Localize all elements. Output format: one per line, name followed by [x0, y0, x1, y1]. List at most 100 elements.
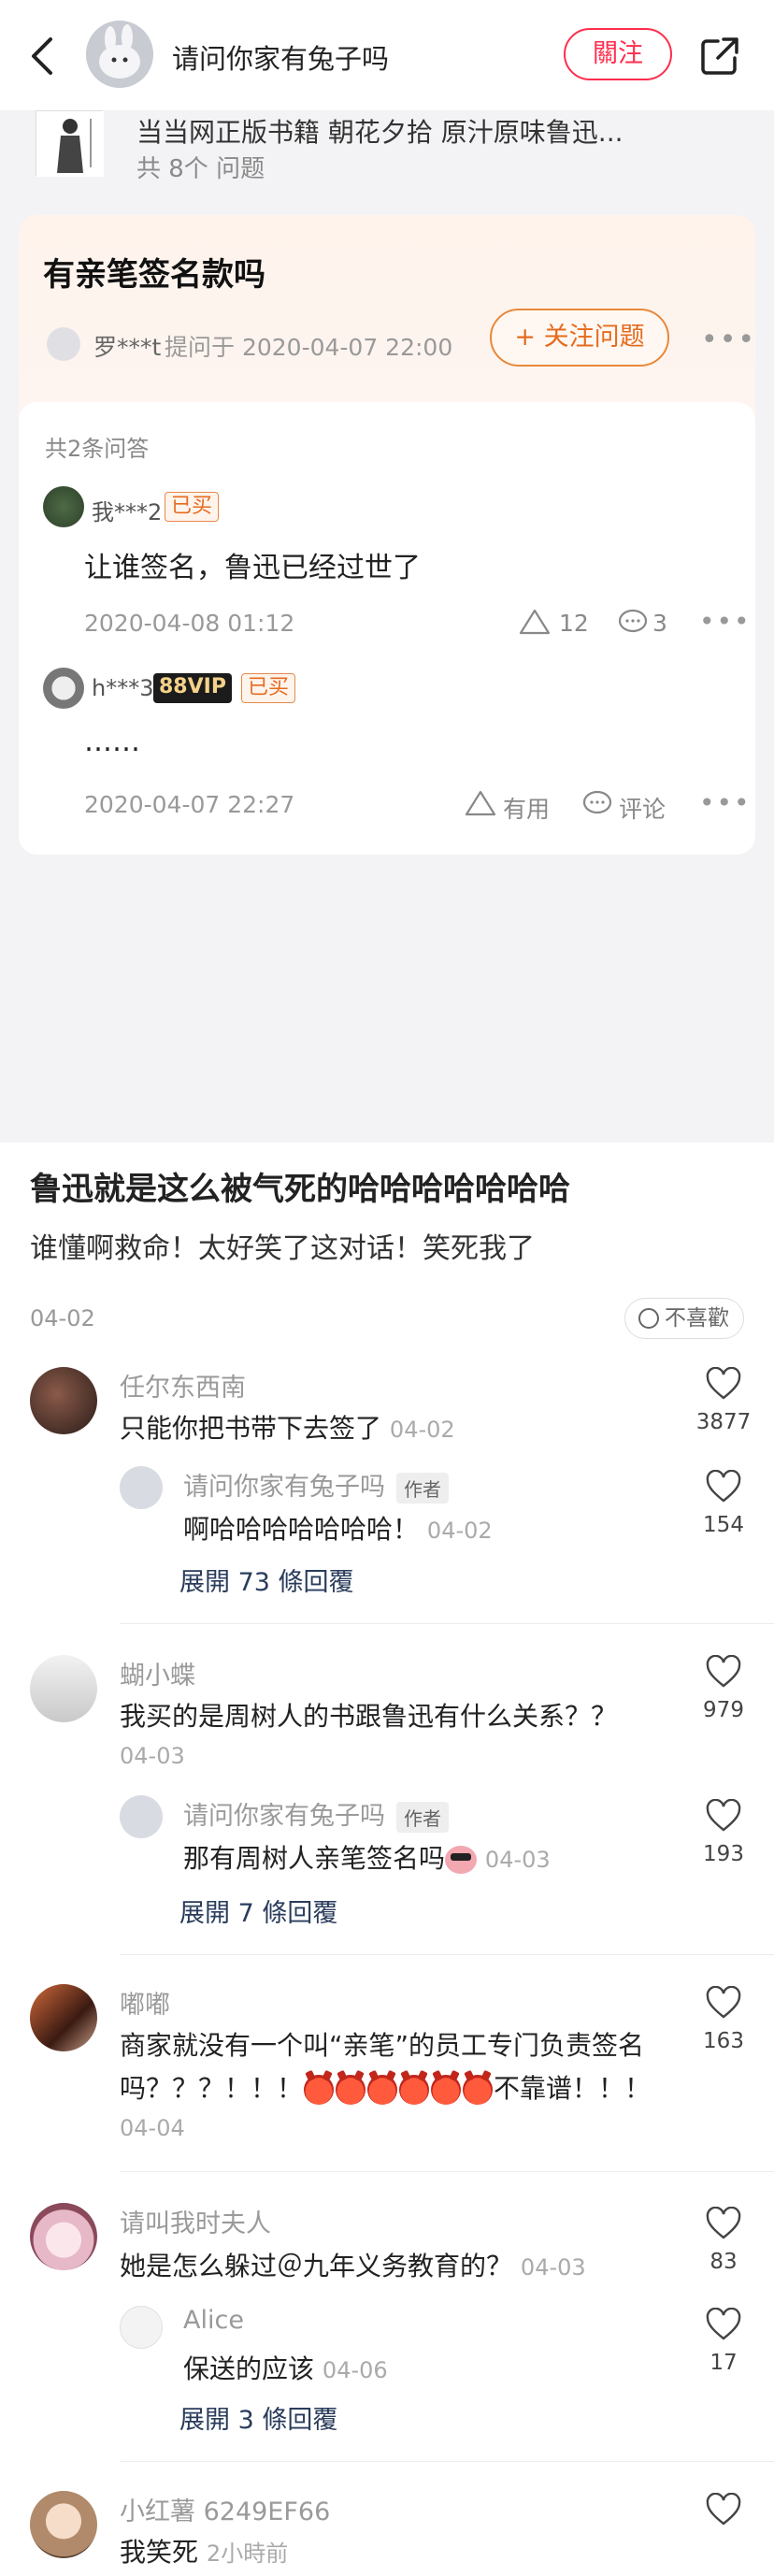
- reply-user[interactable]: 请问你家有兔子吗 作者: [183, 1466, 449, 1504]
- post-image[interactable]: 当当网正版书籍 朝花夕拾 原汁原味鲁迅... 共 8个 问题 有亲笔签名款吗 罗…: [0, 110, 774, 1143]
- comment-icon: [582, 790, 612, 814]
- heart-icon[interactable]: [705, 1655, 742, 1689]
- expand-replies-button[interactable]: 展開 73 條回覆: [179, 1561, 354, 1598]
- comment-time: 04-04: [120, 2115, 185, 2141]
- follow-question-button: + 关注问题: [490, 309, 669, 367]
- comment-time: 2小時前: [206, 2540, 289, 2567]
- answer-text: ……: [84, 726, 140, 758]
- reply-user-name: 请问你家有兔子吗: [183, 1473, 385, 1502]
- book-title: 当当网正版书籍 朝花夕拾 原汁原味鲁迅...: [136, 117, 624, 148]
- reply-text[interactable]: 啊哈哈哈哈哈哈哈！ 04-02: [183, 1509, 493, 1547]
- heart-icon[interactable]: [705, 2493, 742, 2526]
- follow-button[interactable]: 關注: [564, 28, 672, 80]
- more-icon: •••: [701, 324, 757, 356]
- like-count: 979: [703, 1698, 744, 1722]
- comment-text[interactable]: 我买的是周树人的书跟鲁迅有什么关系？？: [120, 1696, 617, 1734]
- answer-date: 2020-04-07 22:27: [84, 791, 295, 818]
- comment-avatar[interactable]: [30, 2203, 97, 2270]
- heart-icon[interactable]: [705, 1799, 742, 1833]
- useful-count: 12: [559, 610, 589, 637]
- cool-pig-emoji-icon: [445, 1846, 478, 1874]
- heart-icon[interactable]: [705, 2207, 742, 2240]
- dislike-button[interactable]: 不喜歡: [624, 1298, 744, 1339]
- comment-user[interactable]: 小红薯 6249EF66: [120, 2491, 330, 2527]
- comment-avatar[interactable]: [30, 2491, 97, 2558]
- comment-text-part: 不靠谱！！！: [494, 2073, 652, 2104]
- comment-time: 04-02: [389, 1417, 455, 1443]
- comment-icon: [618, 609, 648, 633]
- asker-avatar: [47, 327, 80, 361]
- angry-devil-emoji-icon: [336, 2075, 366, 2105]
- comment-text[interactable]: 她是怎么躲过＠九年义务教育的？ 04-03: [120, 2246, 586, 2283]
- divider: [120, 2461, 774, 2462]
- answer-date: 2020-04-08 01:12: [84, 610, 295, 637]
- comment-text-line1[interactable]: 商家就没有一个叫“亲笔”的员工专门负责签名: [120, 2025, 644, 2063]
- bought-badge: 已买: [241, 673, 296, 703]
- comment-label: 评论: [619, 796, 666, 823]
- answer-text: 让谁签名，鲁迅已经过世了: [84, 552, 421, 584]
- heart-icon[interactable]: [705, 1470, 742, 1504]
- share-icon[interactable]: [699, 36, 740, 77]
- sad-face-icon: [638, 1308, 659, 1329]
- comment-text-part: 吗？？？！！！: [120, 2073, 304, 2104]
- like-count: 3877: [695, 1410, 752, 1434]
- comment-user[interactable]: 嘟嘟: [120, 1984, 170, 2021]
- book-thumbnail: [36, 110, 104, 177]
- comment-user[interactable]: 任尔东西南: [120, 1367, 246, 1403]
- author-avatar[interactable]: [86, 21, 153, 88]
- comment-avatar[interactable]: [30, 1655, 97, 1722]
- reply-text-body: 那有周树人亲笔签名吗: [183, 1843, 446, 1874]
- reply-avatar[interactable]: [120, 1466, 163, 1509]
- author-badge: 作者: [396, 1473, 449, 1504]
- divider: [120, 2171, 774, 2172]
- comment-avatar[interactable]: [30, 1984, 97, 2051]
- answer-avatar: [43, 486, 84, 527]
- reply-user[interactable]: Alice: [183, 2306, 244, 2335]
- comment-text[interactable]: 只能你把书带下去签了 04-02: [120, 1408, 455, 1446]
- dislike-label: 不喜歡: [665, 1306, 729, 1331]
- reply-text[interactable]: 保送的应该 04-06: [183, 2349, 388, 2386]
- author-name[interactable]: 请问你家有兔子吗: [172, 37, 389, 77]
- expand-replies-button[interactable]: 展開 3 條回覆: [179, 2399, 337, 2436]
- like-count: 17: [710, 2351, 738, 2375]
- comment-time: 04-03: [120, 1743, 185, 1769]
- heart-icon[interactable]: [705, 2308, 742, 2341]
- top-bar: 请问你家有兔子吗 關注: [0, 0, 774, 110]
- reply-text[interactable]: 那有周树人亲笔签名吗 04-03: [183, 1838, 551, 1876]
- angry-devil-emoji-icon: [463, 2075, 494, 2105]
- comment-time: 04-03: [520, 2254, 586, 2281]
- comment-text[interactable]: 我笑死 2小時前: [120, 2532, 288, 2569]
- reply-avatar[interactable]: [120, 2306, 163, 2349]
- reply-user[interactable]: 请问你家有兔子吗 作者: [183, 1795, 449, 1833]
- back-arrow-icon[interactable]: [26, 34, 64, 79]
- comment-avatar[interactable]: [30, 1367, 97, 1434]
- product-row: 当当网正版书籍 朝花夕拾 原汁原味鲁迅... 共 8个 问题: [0, 110, 774, 200]
- reply-text-body: 保送的应该: [183, 2353, 315, 2384]
- answers-count: 共2条问答: [45, 436, 150, 462]
- bought-badge: 已买: [165, 492, 220, 522]
- question-count: 共 8个 问题: [136, 155, 265, 183]
- more-icon: •••: [699, 787, 752, 818]
- post-body: 谁懂啊救命！太好笑了这对话！笑死我了: [30, 1232, 535, 1265]
- like-count: 154: [703, 1513, 744, 1537]
- answer-user: 我***2: [92, 499, 163, 525]
- comment-user[interactable]: 请叫我时夫人: [120, 2203, 271, 2239]
- divider: [120, 1954, 774, 1955]
- reply-time: 04-03: [484, 1847, 551, 1873]
- reply-avatar[interactable]: [120, 1795, 163, 1838]
- comment-text-line2[interactable]: 吗？？？！！！ 不靠谱！！！: [120, 2068, 651, 2106]
- heart-icon[interactable]: [705, 1986, 742, 2020]
- comment-count: 3: [652, 610, 667, 637]
- comment-text-body: 我笑死: [120, 2537, 199, 2568]
- like-count: 83: [710, 2250, 738, 2274]
- like-count: 193: [703, 1842, 744, 1866]
- answer-avatar: [43, 668, 84, 709]
- expand-replies-button[interactable]: 展開 7 條回覆: [179, 1892, 337, 1929]
- reply-time: 04-02: [426, 1518, 493, 1544]
- heart-icon[interactable]: [705, 1367, 742, 1401]
- question-title: 有亲笔签名款吗: [43, 256, 265, 294]
- comment-user[interactable]: 蝴小蝶: [120, 1655, 195, 1691]
- post-title: 鲁迅就是这么被气死的哈哈哈哈哈哈哈: [30, 1171, 570, 1208]
- asker-name: 罗***t: [93, 334, 162, 361]
- like-count: 163: [703, 2029, 744, 2053]
